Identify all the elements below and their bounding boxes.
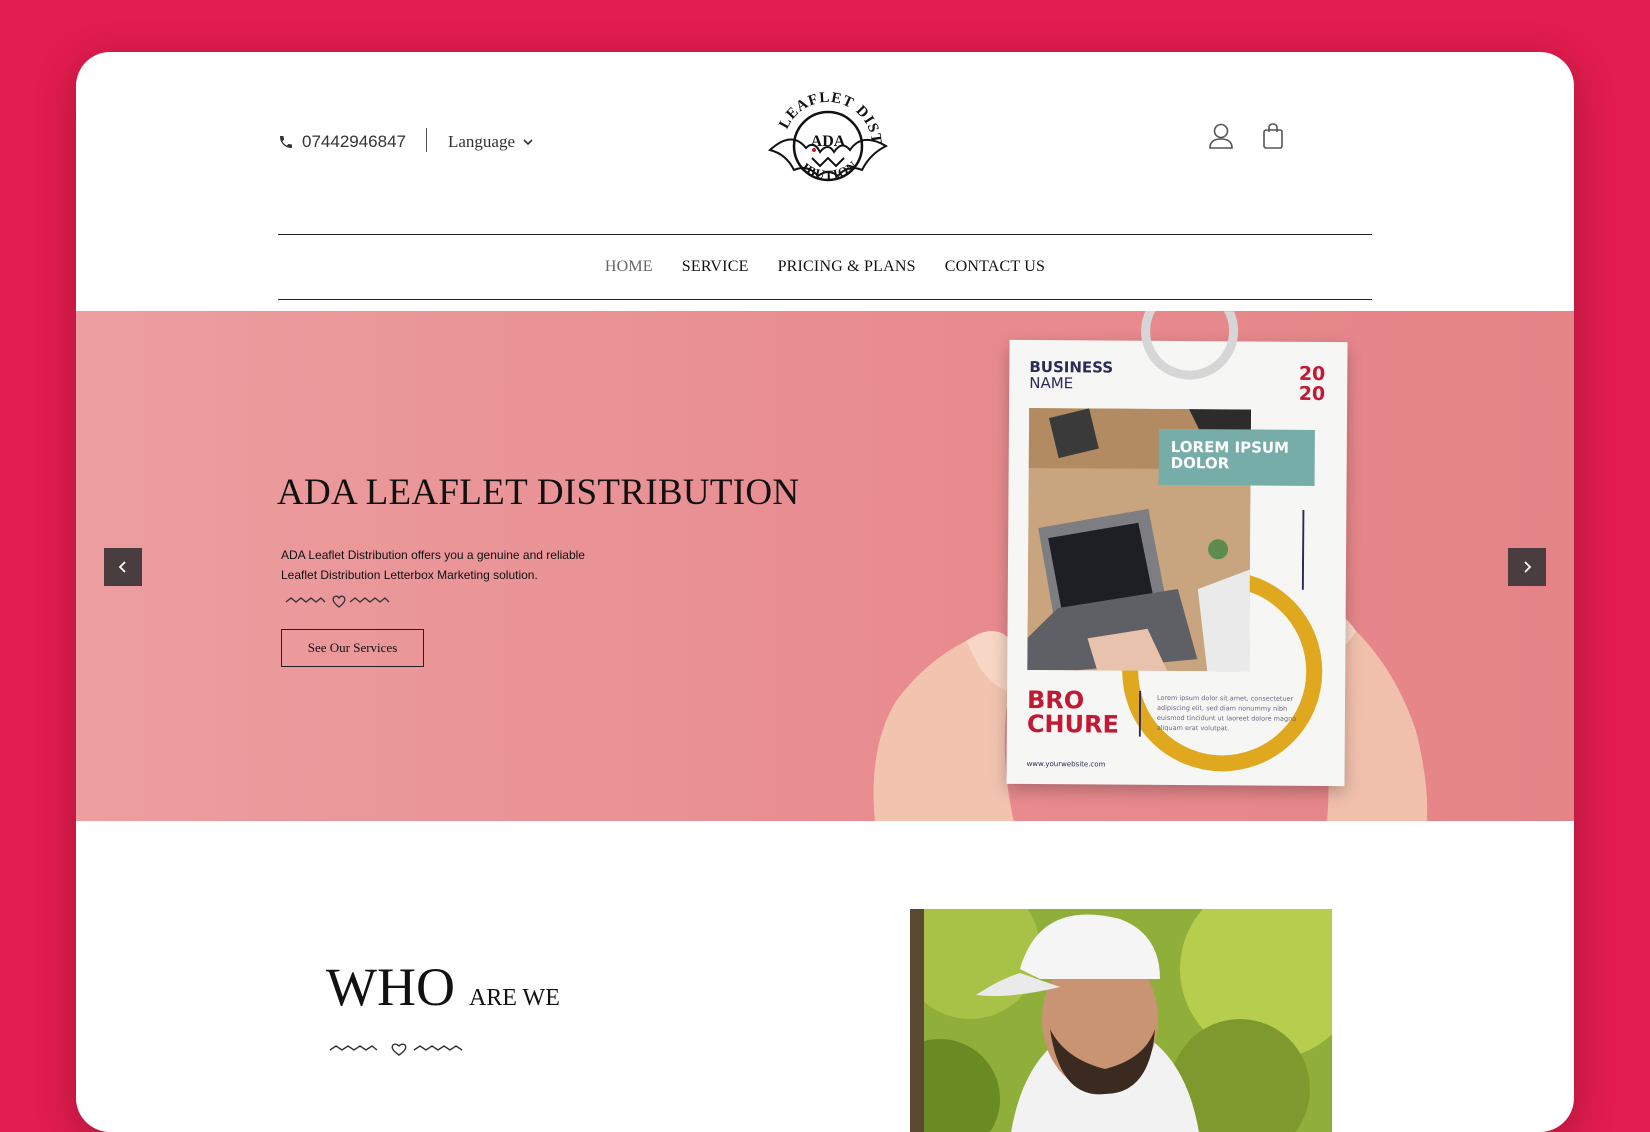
nav-home[interactable]: HOME bbox=[605, 258, 653, 276]
nav-service[interactable]: SERVICE bbox=[682, 258, 749, 276]
delivery-person-photo bbox=[910, 909, 1332, 1132]
shopping-bag-icon[interactable] bbox=[1262, 122, 1284, 150]
brochure-year: 20 20 bbox=[1298, 362, 1326, 406]
brochure-body-text: Lorem ipsum dolor sit amet, consectetuer… bbox=[1156, 693, 1297, 733]
nav-border-bottom bbox=[278, 299, 1372, 300]
about-title-big: WHO bbox=[326, 957, 455, 1017]
about-heading: WHO ARE WE bbox=[326, 956, 560, 1018]
brochure-rule bbox=[1301, 509, 1305, 590]
chevron-left-icon bbox=[118, 561, 126, 573]
header-divider bbox=[426, 128, 427, 152]
browser-window: 07442946847 Language LEAFLET DISTR IBUTI… bbox=[76, 52, 1574, 1132]
brochure-name: NAME bbox=[1029, 373, 1074, 393]
brochure-circle-graphic bbox=[1141, 311, 1239, 380]
decorative-divider-icon bbox=[285, 595, 390, 608]
brochure-rule-2 bbox=[1138, 690, 1142, 737]
phone-icon bbox=[280, 136, 292, 148]
hero-slider: ADA LEAFLET DISTRIBUTION ADA Leaflet Dis… bbox=[76, 311, 1574, 821]
ada-logo[interactable]: LEAFLET DISTR IBUTION ADA bbox=[762, 80, 894, 198]
about-title-small: ARE WE bbox=[468, 985, 560, 1011]
slider-prev-button[interactable] bbox=[104, 548, 142, 586]
nav-contact-us[interactable]: CONTACT US bbox=[945, 258, 1045, 276]
brochure-bro-text: BRO CHURE bbox=[1026, 685, 1120, 739]
brochure-bro: BRO bbox=[1026, 685, 1085, 715]
user-icon[interactable] bbox=[1208, 122, 1234, 150]
brochure-year-top: 20 bbox=[1298, 362, 1326, 386]
main-nav: HOME SERVICE PRICING & PLANS CONTACT US bbox=[278, 234, 1372, 300]
brochure-year-bottom: 20 bbox=[1298, 382, 1326, 406]
hero-description: ADA Leaflet Distribution offers you a ge… bbox=[281, 548, 585, 582]
brochure-website: www.yourwebsite.com bbox=[1026, 759, 1106, 769]
brochure-chure: CHURE bbox=[1026, 709, 1120, 739]
chevron-down-icon bbox=[523, 139, 533, 146]
hero-title: ADA LEAFLET DISTRIBUTION bbox=[277, 472, 800, 513]
brochure-image: BUSINESS NAME 20 20 LOREM IPSUM DOLOR BR… bbox=[1006, 311, 1348, 787]
about-decorative-divider-icon bbox=[329, 1043, 463, 1056]
language-selector[interactable]: Language bbox=[448, 132, 533, 152]
slider-next-button[interactable] bbox=[1508, 548, 1546, 586]
phone-number[interactable]: 07442946847 bbox=[278, 132, 406, 152]
phone-text: 07442946847 bbox=[302, 132, 407, 151]
nav-pricing-plans[interactable]: PRICING & PLANS bbox=[778, 258, 916, 276]
chevron-right-icon bbox=[1524, 561, 1532, 573]
brochure-lorem-box: LOREM IPSUM DOLOR bbox=[1158, 428, 1315, 486]
left-hand-image bbox=[873, 631, 1014, 821]
language-label: Language bbox=[448, 132, 516, 151]
see-our-services-button[interactable]: See Our Services bbox=[281, 629, 424, 667]
